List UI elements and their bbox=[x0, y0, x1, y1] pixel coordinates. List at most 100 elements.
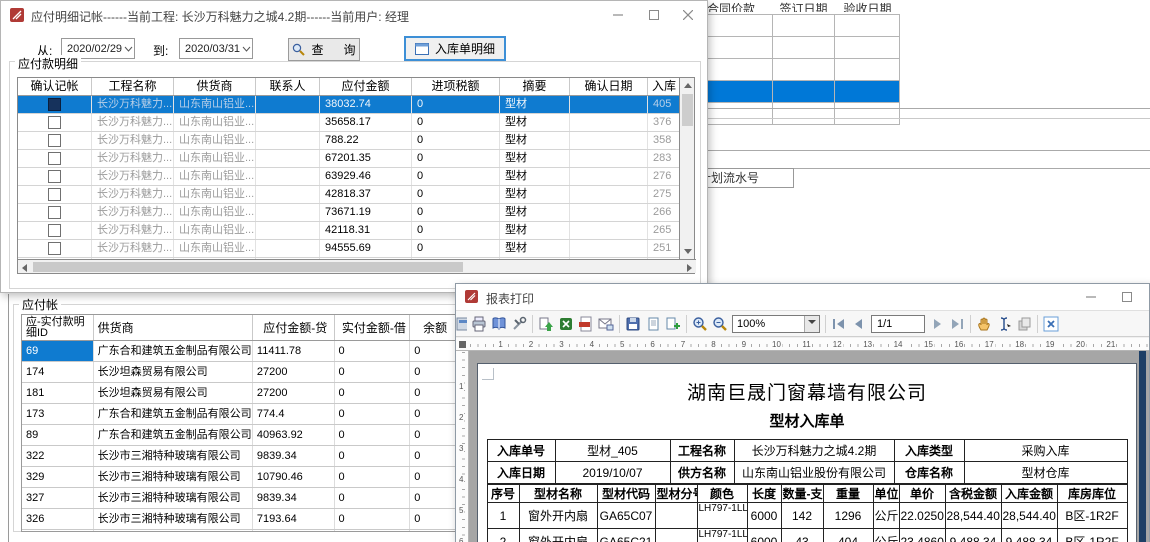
first-page-icon[interactable] bbox=[829, 314, 849, 334]
zoom-level-combo[interactable]: 100% bbox=[732, 315, 820, 333]
confirm-checkbox[interactable] bbox=[48, 134, 61, 147]
mail-icon[interactable] bbox=[596, 314, 616, 334]
save-icon[interactable] bbox=[623, 314, 643, 334]
confirm-checkbox[interactable] bbox=[48, 242, 61, 255]
pdf-icon[interactable] bbox=[576, 314, 596, 334]
detail-column-header: 单价 bbox=[899, 485, 945, 503]
partial-icon[interactable] bbox=[456, 314, 469, 334]
inbound-detail-button[interactable]: 入库单明细 bbox=[404, 36, 506, 61]
zoom-out-icon[interactable] bbox=[710, 314, 730, 334]
close-button[interactable] bbox=[1146, 287, 1150, 307]
table-row[interactable]: 181长沙坦森贸易有限公司2720000 bbox=[22, 383, 457, 404]
ruler-number: 14 bbox=[893, 340, 904, 349]
scroll-up-icon[interactable] bbox=[684, 83, 692, 88]
cell-supplier: 长沙市三湘特种玻璃有限公司 bbox=[94, 446, 253, 466]
confirm-checkbox[interactable] bbox=[48, 224, 61, 237]
page-number-input[interactable]: 1/1 bbox=[871, 315, 925, 333]
copy-page-icon[interactable] bbox=[1014, 314, 1034, 334]
scrollbar-thumb[interactable] bbox=[682, 94, 693, 126]
cell-supplier: 山东南山铝业... bbox=[174, 114, 256, 131]
info-value: 型材_405 bbox=[555, 440, 670, 462]
ruler-number: 1 bbox=[497, 340, 503, 349]
confirm-cell bbox=[18, 204, 92, 221]
chevron-down-icon[interactable] bbox=[804, 316, 819, 332]
table-row[interactable]: 长沙万科魅力...山东南山铝业...42818.370型材275 bbox=[18, 186, 681, 204]
confirm-cell bbox=[18, 222, 92, 239]
table-row[interactable]: 长沙万科魅力...山东南山铝业...42118.310型材265 bbox=[18, 222, 681, 240]
close-preview-icon[interactable] bbox=[1041, 314, 1061, 334]
table-row[interactable]: 89广东合和建筑五金制品有限公司40963.9200 bbox=[22, 425, 457, 446]
export-icon[interactable] bbox=[536, 314, 556, 334]
minimize-button[interactable] bbox=[1078, 287, 1104, 307]
scrollbar-thumb[interactable] bbox=[33, 262, 463, 272]
report-form-title: 型材入库单 bbox=[478, 410, 1136, 431]
table-row[interactable]: 长沙万科魅力...山东南山铝业...73671.190型材266 bbox=[18, 204, 681, 222]
table-row[interactable]: 69广东合和建筑五金制品有限公司11411.7800 bbox=[22, 341, 457, 362]
horizontal-scrollbar[interactable] bbox=[18, 259, 696, 273]
contract-row[interactable] bbox=[691, 103, 900, 125]
cell-balance: 0 bbox=[410, 488, 457, 508]
table-row[interactable]: 322长沙市三湘特种玻璃有限公司9839.3400 bbox=[22, 446, 457, 467]
scroll-right-icon[interactable] bbox=[687, 264, 692, 272]
scroll-left-icon[interactable] bbox=[22, 264, 27, 272]
detail-cell: 9,488.34 bbox=[945, 529, 1001, 542]
contract-cell bbox=[835, 37, 900, 58]
book-icon[interactable] bbox=[489, 314, 509, 334]
table-row[interactable]: 174长沙坦森贸易有限公司2720000 bbox=[22, 362, 457, 383]
table-row[interactable]: 329长沙市三湘特种玻璃有限公司10790.4600 bbox=[22, 467, 457, 488]
contract-row[interactable] bbox=[691, 59, 900, 81]
next-page-icon[interactable] bbox=[927, 314, 947, 334]
cell-supplier: 长沙坦森贸易有限公司 bbox=[94, 383, 253, 403]
confirm-checkbox[interactable] bbox=[48, 188, 61, 201]
to-date-combo[interactable]: 2020/03/31 bbox=[179, 38, 253, 59]
table-row[interactable]: 长沙万科魅力...山东南山铝业...63929.460型材276 bbox=[18, 168, 681, 186]
chevron-down-icon[interactable] bbox=[122, 43, 134, 55]
document-icon[interactable] bbox=[643, 314, 663, 334]
table-row[interactable]: 长沙万科魅力...山东南山铝业...35658.170型材376 bbox=[18, 114, 681, 132]
info-label: 入库单号 bbox=[487, 440, 555, 462]
cell-memo: 型材 bbox=[500, 240, 570, 257]
hand-tool-icon[interactable] bbox=[974, 314, 994, 334]
table-row[interactable]: 326长沙市三湘特种玻璃有限公司7193.6400 bbox=[22, 509, 457, 530]
scroll-down-icon[interactable] bbox=[684, 249, 692, 254]
confirm-checkbox[interactable] bbox=[48, 170, 61, 183]
confirm-checkbox[interactable] bbox=[48, 98, 61, 111]
last-page-icon[interactable] bbox=[947, 314, 967, 334]
add-icon[interactable] bbox=[663, 314, 683, 334]
table-row[interactable]: 325长沙市三湘特种玻璃有限公司9139.6400 bbox=[22, 530, 457, 532]
maximize-button[interactable] bbox=[641, 5, 667, 25]
confirm-cell bbox=[18, 114, 92, 131]
zoom-in-icon[interactable] bbox=[690, 314, 710, 334]
prev-page-icon[interactable] bbox=[849, 314, 869, 334]
text-select-icon[interactable] bbox=[994, 314, 1014, 334]
table-row[interactable]: 173广东合和建筑五金制品有限公司774.400 bbox=[22, 404, 457, 425]
contract-cell bbox=[773, 81, 836, 102]
query-button[interactable]: 查 询 bbox=[288, 38, 360, 61]
maximize-button[interactable] bbox=[1114, 287, 1140, 307]
close-button[interactable] bbox=[675, 5, 701, 25]
cell-id: 376 bbox=[648, 114, 681, 131]
excel-icon[interactable] bbox=[556, 314, 576, 334]
table-row[interactable]: 长沙万科魅力...山东南山铝业...67201.350型材283 bbox=[18, 150, 681, 168]
contract-row[interactable] bbox=[691, 37, 900, 59]
confirm-checkbox[interactable] bbox=[48, 152, 61, 165]
contract-row[interactable] bbox=[691, 81, 900, 103]
serial-number-field[interactable]: 计划流水号 bbox=[694, 168, 794, 188]
tools-icon[interactable] bbox=[509, 314, 529, 334]
vertical-scrollbar[interactable] bbox=[679, 78, 694, 259]
confirm-checkbox[interactable] bbox=[48, 206, 61, 219]
table-row[interactable]: 长沙万科魅力...山东南山铝业...94555.690型材251 bbox=[18, 240, 681, 258]
chevron-down-icon[interactable] bbox=[240, 43, 252, 55]
contract-row[interactable] bbox=[691, 15, 900, 37]
table-row[interactable]: 长沙万科魅力...山东南山铝业...38032.740型材405 bbox=[18, 96, 681, 114]
minimize-button[interactable] bbox=[605, 5, 631, 25]
printer-icon[interactable] bbox=[469, 314, 489, 334]
cell-amount: 38032.74 bbox=[320, 96, 412, 113]
table-row[interactable]: 327长沙市三湘特种玻璃有限公司9839.3400 bbox=[22, 488, 457, 509]
report-preview-area[interactable]: 123456 湖南巨晟门窗幕墙有限公司 型材入库单 入库单号型材_405工程名称… bbox=[456, 351, 1149, 542]
cell-supplier: 长沙市三湘特种玻璃有限公司 bbox=[94, 509, 253, 529]
table-row[interactable]: 长沙万科魅力...山东南山铝业...788.220型材358 bbox=[18, 132, 681, 150]
confirm-checkbox[interactable] bbox=[48, 116, 61, 129]
cell-project: 长沙万科魅力... bbox=[92, 96, 174, 113]
cell-project: 长沙万科魅力... bbox=[92, 222, 174, 239]
